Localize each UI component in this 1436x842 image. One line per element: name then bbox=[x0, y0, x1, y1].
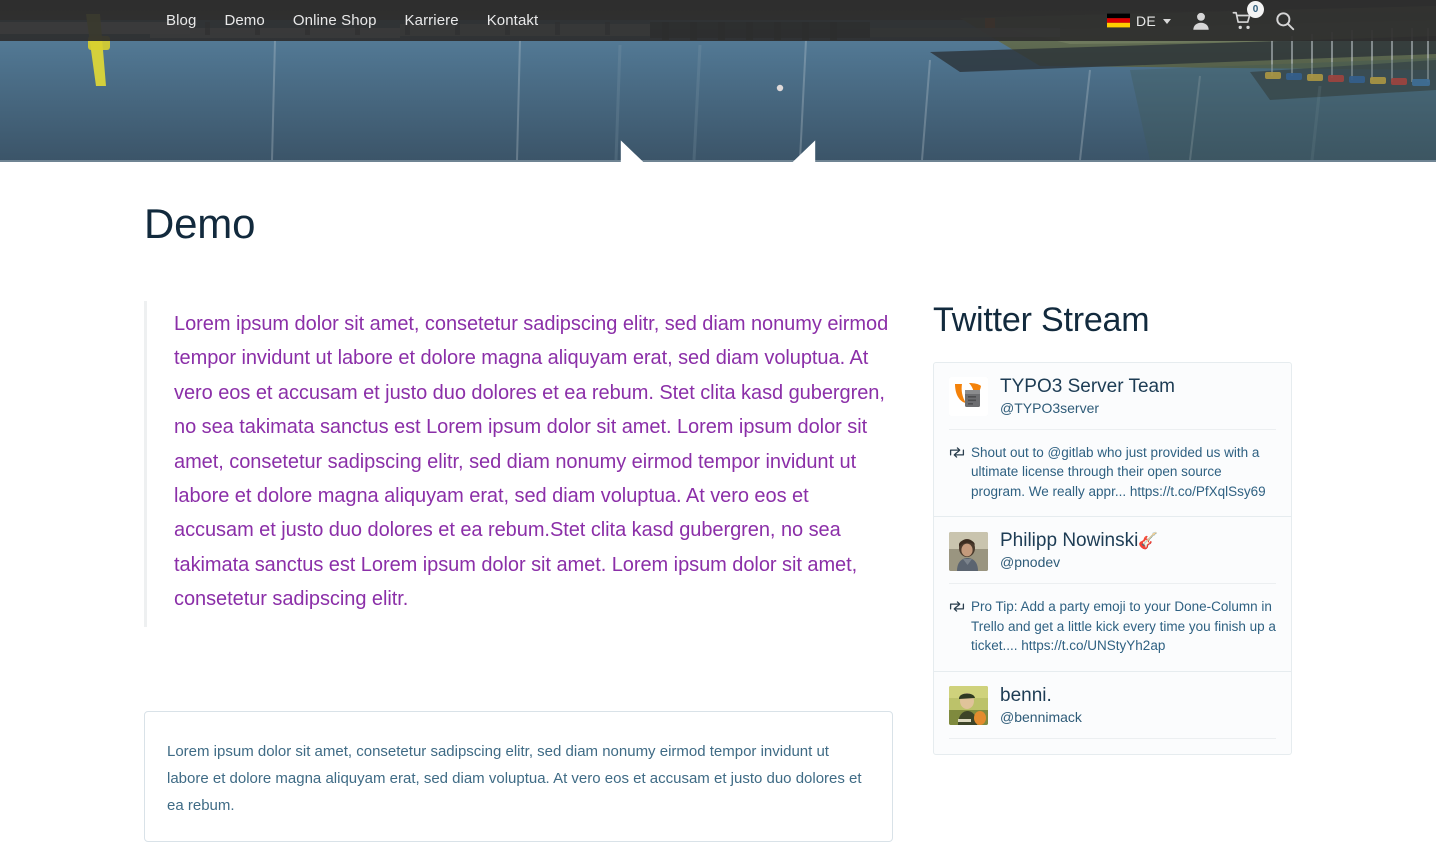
tweet-text: Pro Tip: Add a party emoji to your Done-… bbox=[971, 599, 1276, 654]
tweet-handle: @TYPO3server bbox=[1000, 399, 1100, 416]
main-column: Lorem ipsum dolor sit amet, consetetur s… bbox=[144, 301, 893, 842]
nav-link-demo[interactable]: Demo bbox=[210, 12, 278, 29]
tweet-author: TYPO3 Server Team @TYPO3server bbox=[1000, 376, 1175, 418]
tweet-body: Shout out to @gitlab who just provided u… bbox=[949, 443, 1276, 502]
content-container: Demo Lorem ipsum dolor sit amet, consete… bbox=[144, 162, 1292, 842]
main-nav: Blog Demo Online Shop Karriere Kontakt bbox=[152, 12, 552, 29]
nav-utilities: DE 0 bbox=[1106, 0, 1296, 32]
tweet-handle: @bennimack bbox=[1000, 708, 1082, 725]
philipp-nowinski-photo-avatar bbox=[949, 531, 988, 571]
tweet-item[interactable]: benni. @bennimack bbox=[934, 672, 1291, 754]
sidebar-column: Twitter Stream TYPO3 Server Team @TYPO3s… bbox=[933, 301, 1292, 755]
intro-blockquote: Lorem ipsum dolor sit amet, consetetur s… bbox=[144, 301, 893, 627]
content-columns: Lorem ipsum dolor sit amet, consetetur s… bbox=[144, 301, 1292, 842]
tweet-item[interactable]: Philipp Nowinski🎸 @pnodev Pro Tip: Add a… bbox=[934, 517, 1291, 672]
intro-paragraph: Lorem ipsum dolor sit amet, consetetur s… bbox=[174, 313, 889, 611]
tweet-text: Shout out to @gitlab who just provided u… bbox=[971, 444, 1266, 499]
search-button[interactable] bbox=[1274, 10, 1296, 32]
tweet-handle: @pnodev bbox=[1000, 554, 1061, 571]
tweet-author: benni. @bennimack bbox=[1000, 685, 1082, 727]
nav-link-online-shop[interactable]: Online Shop bbox=[279, 12, 391, 29]
tweet-display-name: Philipp Nowinski🎸 bbox=[1000, 530, 1158, 552]
avatar-image bbox=[949, 377, 988, 417]
language-switcher[interactable]: DE bbox=[1106, 12, 1171, 29]
tweet-item[interactable]: TYPO3 Server Team @TYPO3server Shout out… bbox=[934, 363, 1291, 518]
typo3-server-logo-avatar bbox=[949, 377, 988, 417]
avatar-image bbox=[949, 686, 988, 726]
user-icon bbox=[1193, 12, 1209, 30]
tweet-display-name: benni. bbox=[1000, 684, 1052, 706]
benni-photo-avatar bbox=[949, 686, 988, 726]
retweet-icon bbox=[949, 445, 965, 465]
scroll-down-indicator[interactable] bbox=[0, 108, 1436, 162]
top-navigation-bar: Blog Demo Online Shop Karriere Kontakt D… bbox=[0, 0, 1436, 41]
search-icon bbox=[1276, 11, 1295, 30]
language-code: DE bbox=[1135, 12, 1156, 29]
twitter-stream-title: Twitter Stream bbox=[933, 301, 1150, 339]
tweet-author: Philipp Nowinski🎸 @pnodev bbox=[1000, 530, 1158, 572]
page-title: Demo bbox=[144, 200, 256, 247]
retweet-icon bbox=[949, 599, 965, 619]
cart-count-badge: 0 bbox=[1247, 0, 1264, 18]
guitar-emoji-icon: 🎸 bbox=[1138, 533, 1159, 551]
tweet-header: Philipp Nowinski🎸 @pnodev bbox=[949, 530, 1276, 585]
nav-link-karriere[interactable]: Karriere bbox=[391, 12, 473, 29]
boxed-paragraph: Lorem ipsum dolor sit amet, consetetur s… bbox=[167, 742, 862, 815]
chevron-down-icon bbox=[620, 140, 816, 162]
twitter-stream-list: TYPO3 Server Team @TYPO3server Shout out… bbox=[933, 362, 1292, 755]
avatar-image bbox=[949, 531, 988, 571]
tweet-header: TYPO3 Server Team @TYPO3server bbox=[949, 376, 1276, 430]
account-button[interactable] bbox=[1190, 10, 1212, 32]
boxed-content-block: Lorem ipsum dolor sit amet, consetetur s… bbox=[144, 710, 893, 842]
tweet-display-name-text: Philipp Nowinski bbox=[1000, 530, 1139, 552]
nav-link-blog[interactable]: Blog bbox=[152, 12, 210, 29]
page-content: Demo Lorem ipsum dolor sit amet, consete… bbox=[0, 162, 1436, 842]
cart-button[interactable]: 0 bbox=[1231, 0, 1264, 32]
german-flag-icon bbox=[1106, 13, 1130, 28]
nav-link-kontakt[interactable]: Kontakt bbox=[473, 12, 553, 29]
tweet-body: Pro Tip: Add a party emoji to your Done-… bbox=[949, 597, 1276, 656]
chevron-down-icon bbox=[1163, 19, 1171, 24]
tweet-display-name: TYPO3 Server Team bbox=[1000, 376, 1175, 397]
